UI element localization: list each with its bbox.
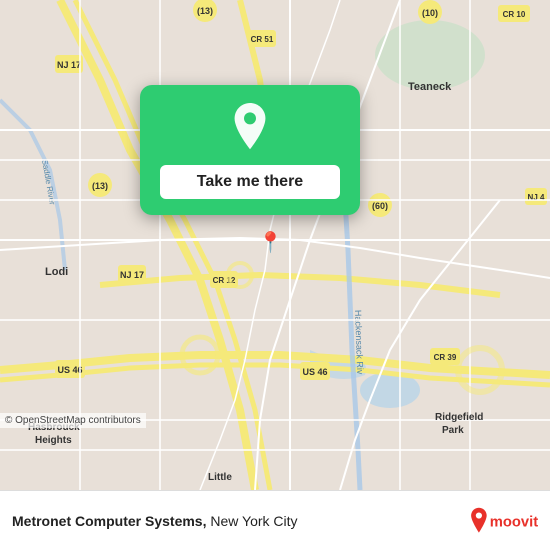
location-title-bold: Metronet Computer Systems,	[12, 513, 206, 529]
svg-text:(10): (10)	[422, 8, 438, 18]
svg-text:NJ 17: NJ 17	[57, 60, 81, 70]
svg-text:US 46: US 46	[57, 365, 82, 375]
map-container: NJ 17 NJ 17 US 46 US 46 CR 12 CR 51 (13)…	[0, 0, 550, 490]
map-location-pin: 📍	[258, 230, 283, 255]
location-city: New York City	[206, 513, 297, 529]
map-attribution: © OpenStreetMap contributors	[0, 413, 146, 428]
svg-text:(60): (60)	[372, 201, 388, 211]
moovit-logo-svg: moovit	[468, 506, 538, 536]
svg-text:Teaneck: Teaneck	[408, 81, 452, 93]
svg-text:Park: Park	[442, 425, 464, 436]
svg-text:Little: Little	[208, 472, 232, 483]
svg-text:(13): (13)	[92, 181, 108, 191]
svg-text:Heights: Heights	[35, 435, 72, 446]
popup-card: Take me there	[140, 85, 360, 215]
location-pin-icon	[226, 103, 274, 151]
svg-text:CR 39: CR 39	[434, 353, 457, 362]
take-me-there-button[interactable]: Take me there	[160, 165, 340, 199]
moovit-logo: moovit	[468, 506, 538, 536]
svg-text:Lodi: Lodi	[45, 266, 68, 278]
location-title: Metronet Computer Systems, New York City	[12, 513, 298, 529]
svg-text:moovit: moovit	[490, 514, 538, 530]
svg-text:(13): (13)	[197, 6, 213, 16]
svg-text:Ridgefield: Ridgefield	[435, 412, 483, 423]
svg-text:US 46: US 46	[302, 367, 327, 377]
svg-text:CR 51: CR 51	[251, 35, 274, 44]
svg-text:CR 10: CR 10	[503, 10, 526, 19]
bottom-bar: Metronet Computer Systems, New York City…	[0, 490, 550, 550]
